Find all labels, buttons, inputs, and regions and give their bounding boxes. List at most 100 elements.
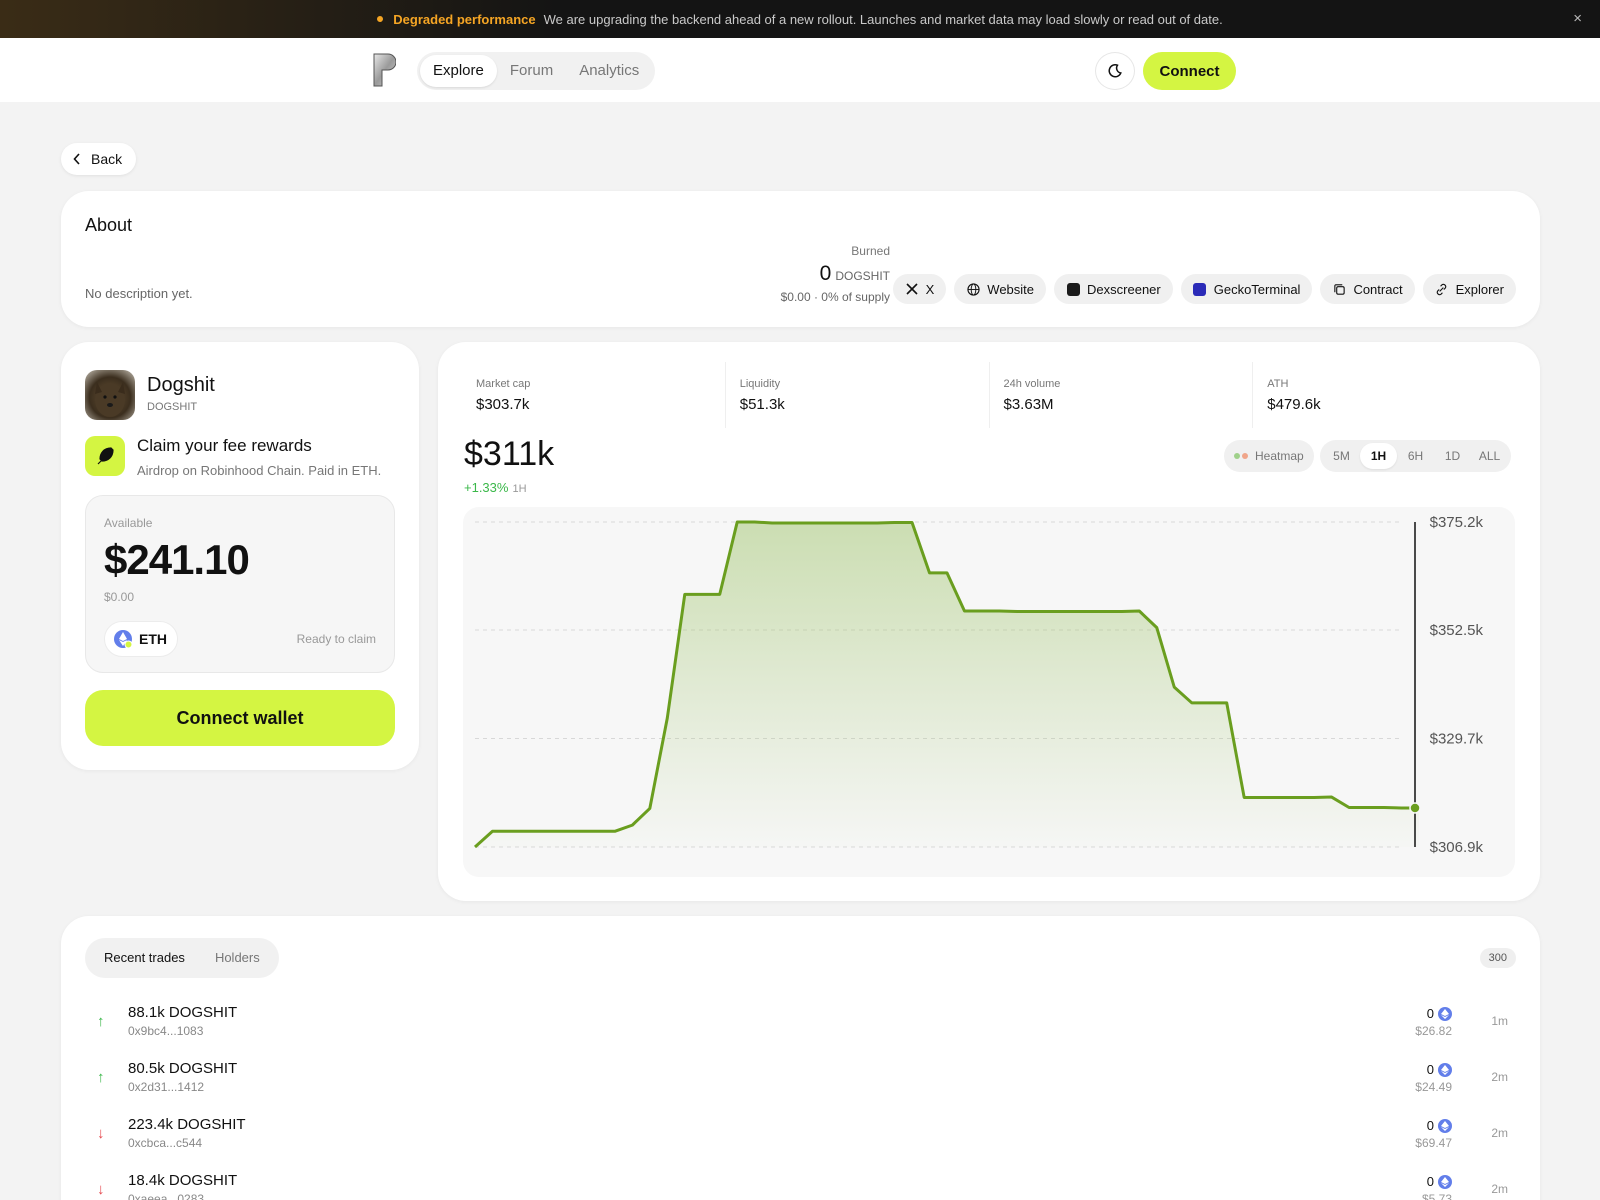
timeframe-6h[interactable]: 6H [1397,443,1434,469]
timeframe-1d[interactable]: 1D [1434,443,1471,469]
link-geckoterminal-label: GeckoTerminal [1213,281,1301,297]
ethereum-icon [1438,1006,1452,1021]
trades-tabs: Recent trades Holders [85,938,279,978]
about-description: No description yet. [85,286,193,301]
connect-wallet-button[interactable]: Connect wallet [85,690,395,746]
burned-stat: Burned 0 DOGSHIT $0.00 · 0% of supply [781,244,890,304]
trade-eth-value: 0 [1426,1062,1434,1077]
currency-chip[interactable]: ETH [104,621,178,657]
current-price: $311k [464,435,555,473]
stat-ath: ATH $479.6k [1253,362,1516,428]
stat-label: 24h volume [1003,378,1061,390]
arrow-down-icon: ↓ [97,1125,105,1142]
price-chart-svg: $375.2k $352.5k $329.7k $306.9k [473,514,1484,856]
chevron-left-icon [73,153,80,165]
burned-unit: DOGSHIT [835,269,890,283]
tab-recent-trades[interactable]: Recent trades [89,942,200,974]
token-avatar [85,370,135,420]
trades-count-badge: 300 [1479,948,1516,968]
trade-amount: 88.1k DOGSHIT [128,1004,238,1021]
link-contract-label: Contract [1353,281,1403,297]
link-website[interactable]: Website [954,274,1047,304]
price-chart[interactable]: $375.2k $352.5k $329.7k $306.9k [463,507,1515,877]
stat-value: $479.6k [1267,396,1321,413]
claim-subtitle: Airdrop on Robinhood Chain. Paid in ETH. [137,463,382,478]
heatmap-toggle[interactable]: Heatmap [1224,440,1314,472]
trade-time: 1m [1491,1014,1508,1028]
available-amount: $241.10 [104,536,250,583]
link-explorer-label: Explorer [1455,281,1504,297]
currency-label: ETH [139,631,167,647]
timeframe-5m[interactable]: 5M [1323,443,1360,469]
tab-explore[interactable]: Explore [420,55,497,87]
trade-time: 2m [1491,1126,1508,1140]
arrow-up-icon: ↑ [97,1069,105,1086]
link-x[interactable]: X [892,274,947,304]
app-logo-icon[interactable] [372,52,396,88]
available-box: Available $241.10 $0.00 ETH Ready to cla… [85,495,395,673]
heatmap-dots-icon [1234,453,1248,459]
back-label: Back [91,151,123,167]
trades-card: Recent trades Holders 300 ↑ 88.1k DOGSHI… [61,916,1540,1200]
y-tick-label: $306.9k [1430,839,1484,856]
stats-row: Market cap $303.7k Liquidity $51.3k 24h vo… [462,362,1516,428]
banner-message: We are upgrading the backend ahead of a … [543,11,1223,27]
arrow-up-icon: ↑ [97,1013,105,1030]
timeframe-all[interactable]: ALL [1471,443,1508,469]
close-icon[interactable]: × [1573,10,1582,27]
stat-liquidity: Liquidity $51.3k [726,362,990,428]
timeframe-1h[interactable]: 1H [1360,443,1397,469]
ethereum-icon [113,629,133,649]
ethereum-icon [1438,1062,1452,1077]
chart-card: Market cap $303.7k Liquidity $51.3k 24h vo… [438,342,1540,901]
trade-eth: 0 [1427,1006,1452,1021]
tab-analytics[interactable]: Analytics [566,55,652,87]
trade-address[interactable]: 0xcbca...c544 [128,1136,202,1150]
link-dexscreener[interactable]: Dexscreener [1054,274,1173,304]
x-logo-icon [905,282,919,296]
stat-value: $3.63M [1003,396,1054,413]
trade-address[interactable]: 0xaeea...0283 [128,1192,204,1200]
burned-sub: $0.00 · 0% of supply [780,290,890,304]
feather-icon [85,436,125,476]
status-banner: Degraded performance We are upgrading th… [0,0,1600,38]
trade-usd: $24.49 [1415,1080,1452,1094]
link-contract[interactable]: Contract [1320,274,1415,304]
about-card: About No description yet. Burned 0 DOGSHI… [61,191,1540,327]
copy-icon [1332,282,1346,296]
link-x-label: X [925,281,935,297]
back-button[interactable]: Back [61,143,137,175]
trade-row[interactable]: ↑ 88.1k DOGSHIT 0x9bc4...1083 0 $26.82 1… [85,996,1516,1052]
trade-row[interactable]: ↑ 80.5k DOGSHIT 0x2d31...1412 0 $24.49 2… [85,1052,1516,1108]
heatmap-label: Heatmap [1255,449,1304,463]
y-tick-label: $352.5k [1430,622,1484,639]
dexscreener-icon [1066,282,1080,296]
y-tick-label: $329.7k [1430,731,1484,748]
token-card: Dogshit DOGSHIT Claim your fee rewards A… [61,342,419,770]
warning-dot-icon [377,16,384,22]
trade-address[interactable]: 0x2d31...1412 [128,1080,204,1094]
claim-title: Claim your fee rewards [137,436,312,455]
trade-eth: 0 [1427,1118,1452,1133]
trade-row[interactable]: ↓ 223.4k DOGSHIT 0xcbca...c544 0 $69.47 … [85,1108,1516,1164]
stat-label: Market cap [476,378,531,390]
trades-list: ↑ 88.1k DOGSHIT 0x9bc4...1083 0 $26.82 1… [85,996,1516,1200]
trade-address[interactable]: 0x9bc4...1083 [128,1024,203,1038]
ethereum-icon [1438,1174,1452,1189]
stat-label: Liquidity [739,378,781,390]
trade-row[interactable]: ↓ 18.4k DOGSHIT 0xaeea...0283 0 $5.73 2m [85,1164,1516,1200]
tab-forum[interactable]: Forum [497,55,566,87]
trade-eth-value: 0 [1426,1118,1434,1133]
banner-title: Degraded performance [393,11,536,27]
link-geckoterminal[interactable]: GeckoTerminal [1180,274,1313,304]
timeframe-selector: 5M 1H 6H 1D ALL [1320,440,1511,472]
available-label: Available [104,516,153,530]
link-explorer[interactable]: Explorer [1422,274,1516,304]
price-change: +1.33% 1H [464,480,527,495]
connect-button[interactable]: Connect [1143,52,1236,90]
token-name: Dogshit [147,374,215,396]
theme-toggle-moon-icon[interactable] [1095,52,1135,90]
tab-holders[interactable]: Holders [200,942,275,974]
trade-eth: 0 [1427,1062,1452,1077]
trade-eth-value: 0 [1426,1006,1434,1021]
